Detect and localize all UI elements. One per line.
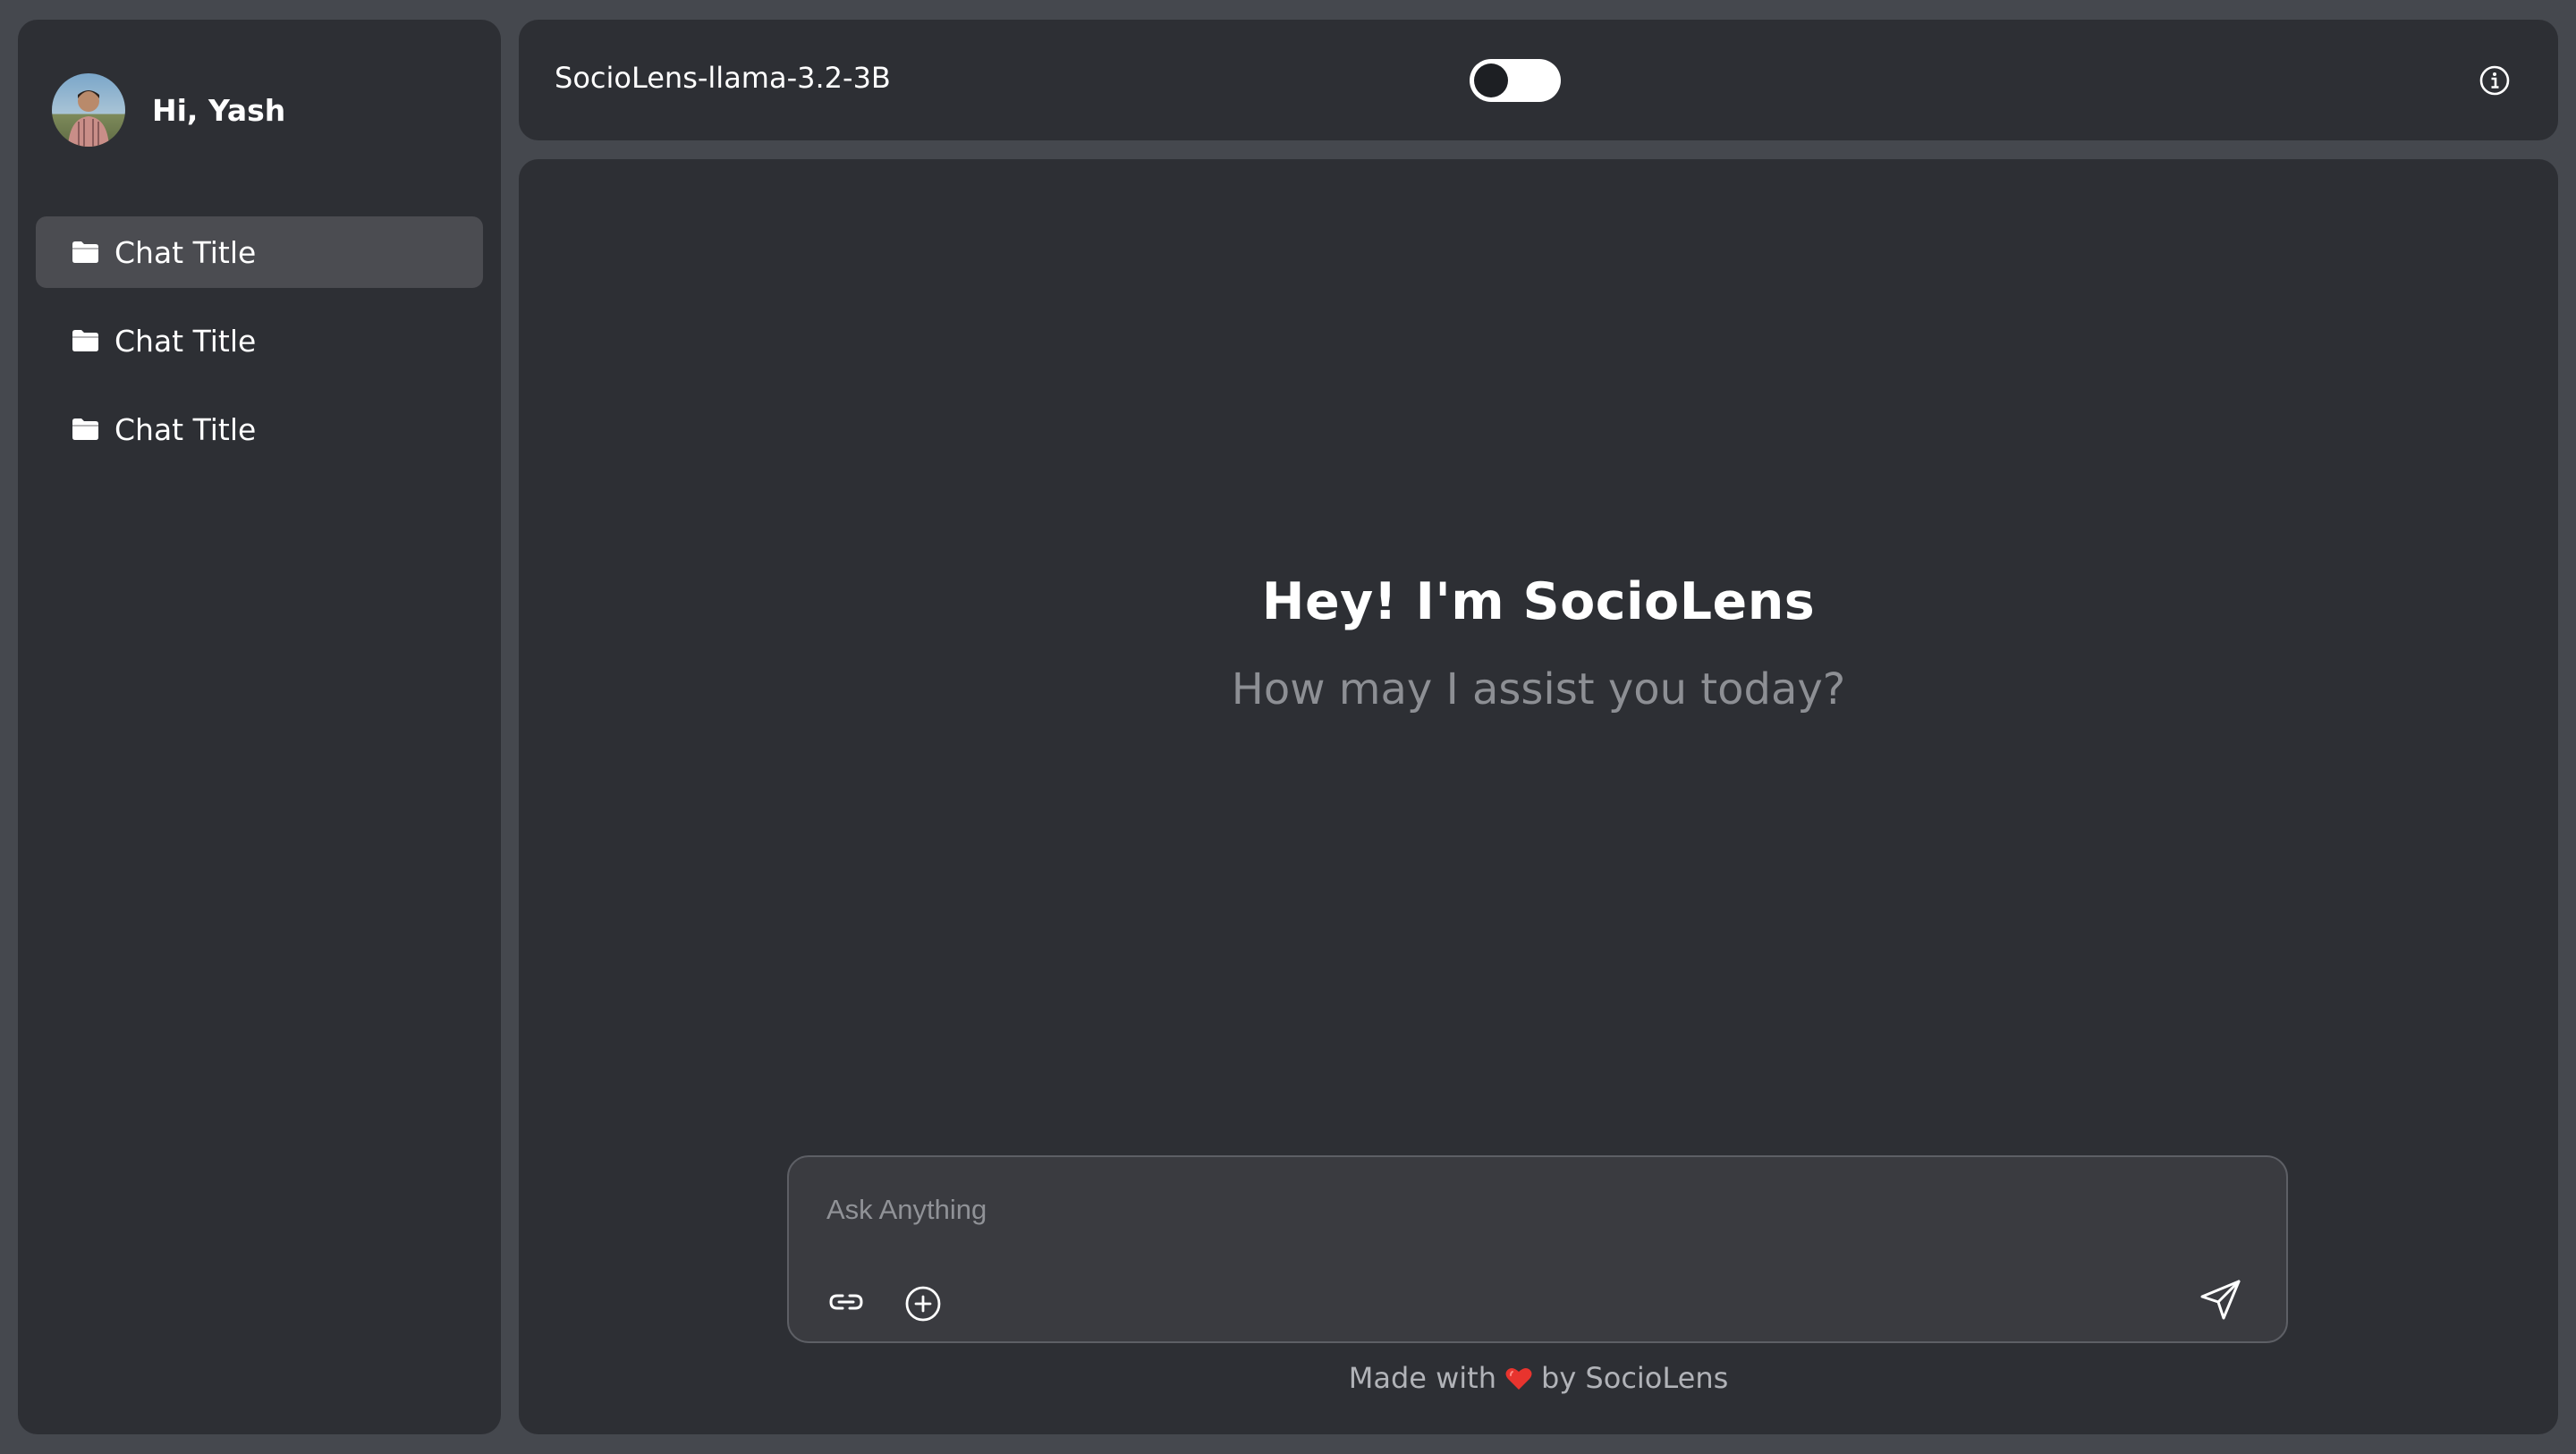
- folder-icon: [72, 418, 99, 441]
- theme-toggle[interactable]: [1470, 59, 1561, 102]
- chat-item-label: Chat Title: [114, 323, 257, 359]
- send-icon[interactable]: [2199, 1277, 2243, 1322]
- chat-item[interactable]: Chat Title: [36, 305, 483, 376]
- chat-item[interactable]: Chat Title: [36, 393, 483, 465]
- link-icon[interactable]: [826, 1282, 866, 1322]
- footer: Made with by SocioLens: [519, 1361, 2558, 1399]
- model-name: SocioLens-llama-3.2-3B: [555, 61, 891, 95]
- folder-icon: [72, 329, 99, 352]
- message-input[interactable]: [826, 1188, 2168, 1232]
- folder-icon: [72, 241, 99, 264]
- hero-title: Hey! I'm SocioLens: [1261, 572, 1816, 631]
- avatar[interactable]: [52, 73, 125, 147]
- user-profile[interactable]: Hi, Yash: [52, 72, 285, 148]
- chat-item[interactable]: Chat Title: [36, 216, 483, 288]
- hero-subtitle: How may I assist you today?: [1231, 664, 1846, 714]
- toggle-knob: [1474, 63, 1508, 97]
- chat-item-label: Chat Title: [114, 411, 257, 447]
- plus-circle-icon[interactable]: [903, 1284, 943, 1323]
- footer-suffix: by SocioLens: [1541, 1361, 1729, 1395]
- info-icon[interactable]: [2479, 64, 2511, 97]
- header-bar: SocioLens-llama-3.2-3B: [519, 20, 2558, 140]
- greeting-text: Hi, Yash: [152, 92, 286, 128]
- chat-list: Chat Title Chat Title Chat Title: [36, 216, 483, 482]
- message-composer: [787, 1155, 2288, 1343]
- chat-main: Hey! I'm SocioLens How may I assist you …: [519, 159, 2558, 1434]
- chat-item-label: Chat Title: [114, 234, 257, 270]
- heart-icon: [1505, 1365, 1532, 1399]
- footer-prefix: Made with: [1348, 1361, 1496, 1395]
- sidebar: Hi, Yash Chat Title Chat Title Chat Titl…: [18, 20, 501, 1434]
